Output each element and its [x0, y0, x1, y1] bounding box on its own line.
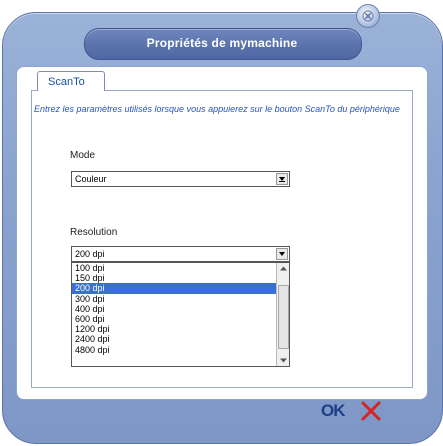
- resolution-label: Resolution: [70, 227, 118, 238]
- dialog-title: Propriétés de mymachine: [146, 36, 298, 50]
- mode-select-value: Couleur: [75, 174, 107, 184]
- list-item[interactable]: 400 dpi: [72, 304, 276, 314]
- close-icon: [361, 401, 381, 421]
- list-item[interactable]: 4800 dpi: [72, 345, 276, 355]
- list-item[interactable]: 1200 dpi: [72, 324, 276, 334]
- resolution-select[interactable]: 200 dpi: [71, 246, 290, 262]
- list-item[interactable]: 300 dpi: [72, 294, 276, 304]
- mode-label: Mode: [70, 150, 96, 161]
- description-text: Entrez les paramètres utilisés lorsque v…: [34, 104, 400, 114]
- chevron-down-icon: [279, 252, 285, 256]
- resolution-dropdown-list[interactable]: 100 dpi 150 dpi 200 dpi 300 dpi 400 dpi …: [71, 262, 290, 367]
- close-icon: [362, 10, 374, 22]
- list-item-selected[interactable]: 200 dpi: [72, 283, 276, 294]
- cancel-button[interactable]: [360, 400, 382, 422]
- list-item[interactable]: 150 dpi: [72, 273, 276, 283]
- mode-select[interactable]: Couleur: [71, 171, 290, 187]
- list-scrollbar[interactable]: [276, 263, 289, 366]
- resolution-select-value: 200 dpi: [75, 249, 105, 259]
- scroll-up-button[interactable]: [277, 263, 289, 274]
- list-item[interactable]: 600 dpi: [72, 314, 276, 324]
- mode-select-arrow[interactable]: [276, 173, 288, 185]
- tab-scanto[interactable]: ScanTo: [37, 71, 105, 91]
- close-button[interactable]: [356, 4, 380, 28]
- scroll-up-icon: [279, 266, 287, 271]
- scroll-down-icon: [279, 358, 287, 363]
- chevron-down-icon: [279, 177, 285, 182]
- scroll-down-button[interactable]: [277, 355, 289, 366]
- scroll-thumb[interactable]: [278, 285, 289, 349]
- list-item[interactable]: 2400 dpi: [72, 334, 276, 344]
- resolution-select-arrow[interactable]: [276, 248, 288, 260]
- list-item[interactable]: 100 dpi: [72, 263, 276, 273]
- ok-button[interactable]: OK: [321, 401, 345, 421]
